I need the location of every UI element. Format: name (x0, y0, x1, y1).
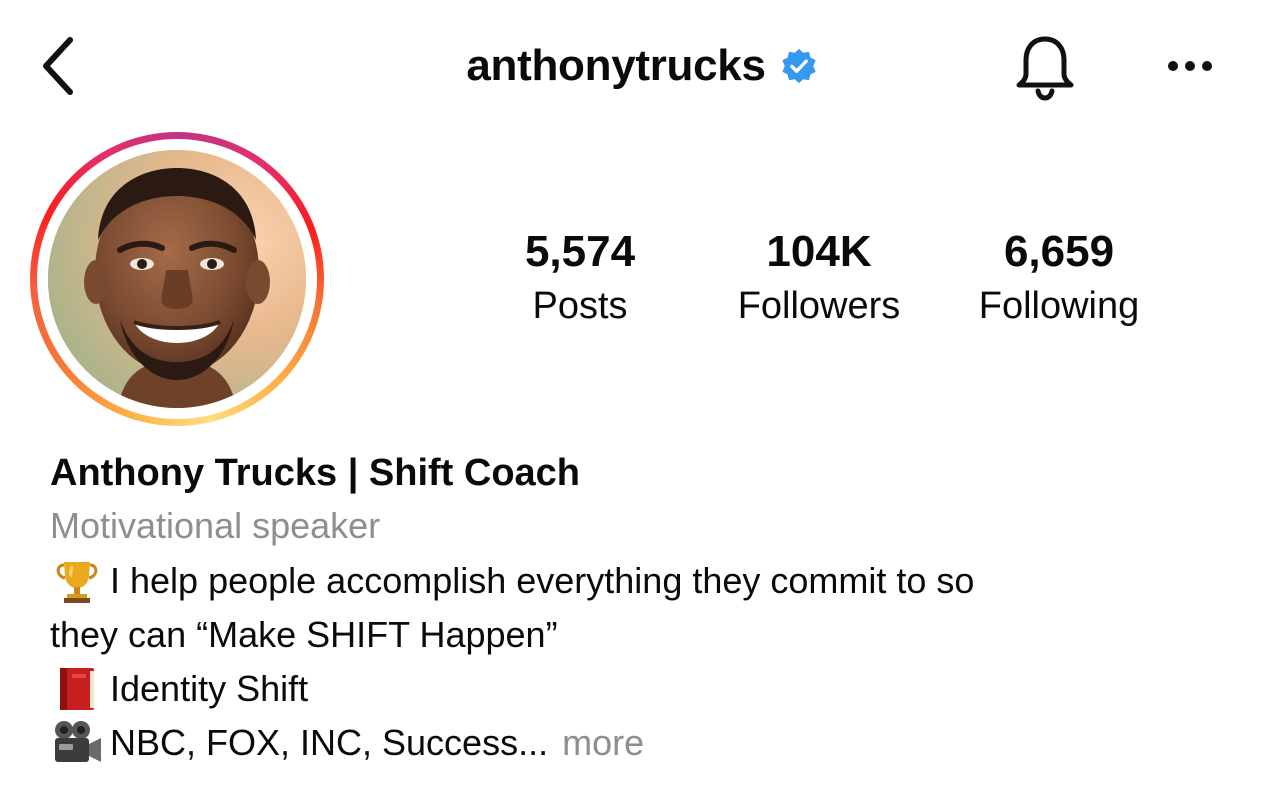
profile-page: anthonytrucks 5,574 Posts 104K Followers… (0, 0, 1284, 804)
bio-text-line-3: Identity Shift (110, 668, 309, 709)
following-stat[interactable]: 6,659 Following (960, 224, 1158, 330)
notifications-button[interactable] (1010, 30, 1080, 106)
display-name: Anthony Trucks | Shift Coach (50, 452, 581, 494)
category-label: Motivational speaker (50, 505, 381, 546)
bio-line: they can “Make SHIFT Happen” (50, 608, 1250, 662)
avatar-portrait (48, 150, 306, 408)
posts-stat[interactable]: 5,574 Posts (498, 224, 662, 330)
profile-bio: Anthony Trucks | Shift Coach Motivationa… (50, 448, 1250, 770)
followers-stat[interactable]: 104K Followers (718, 224, 920, 330)
red-book-icon (50, 664, 104, 714)
bio-text-line-1: I help people accomplish everything they… (110, 560, 975, 601)
posts-count: 5,574 (524, 227, 636, 276)
bio-text-line-4: NBC, FOX, INC, Success... (110, 722, 549, 763)
bio-text-line-2: they can “Make SHIFT Happen” (50, 614, 558, 655)
bio-line: Identity Shift (50, 662, 1250, 716)
followers-count: 104K (766, 227, 872, 276)
trophy-icon (50, 556, 104, 606)
chevron-left-icon (43, 37, 73, 95)
header-title: anthonytrucks (0, 38, 1284, 94)
username: anthonytrucks (466, 41, 766, 90)
movie-camera-icon (50, 718, 104, 768)
following-count: 6,659 (1003, 227, 1115, 276)
avatar (48, 150, 306, 408)
bio-line: I help people accomplish everything they… (50, 554, 1250, 608)
bell-icon (1016, 36, 1074, 101)
posts-label: Posts (532, 285, 628, 327)
avatar-story-ring[interactable] (30, 132, 324, 426)
bio-more-link[interactable]: more (562, 716, 644, 770)
followers-label: Followers (737, 285, 901, 327)
ellipsis-icon (1168, 61, 1212, 71)
bio-line: NBC, FOX, INC, Success... more (50, 716, 1250, 770)
following-label: Following (978, 285, 1140, 327)
more-options-button[interactable] (1160, 44, 1220, 88)
back-button[interactable] (30, 34, 86, 98)
verified-badge-icon (782, 48, 816, 84)
